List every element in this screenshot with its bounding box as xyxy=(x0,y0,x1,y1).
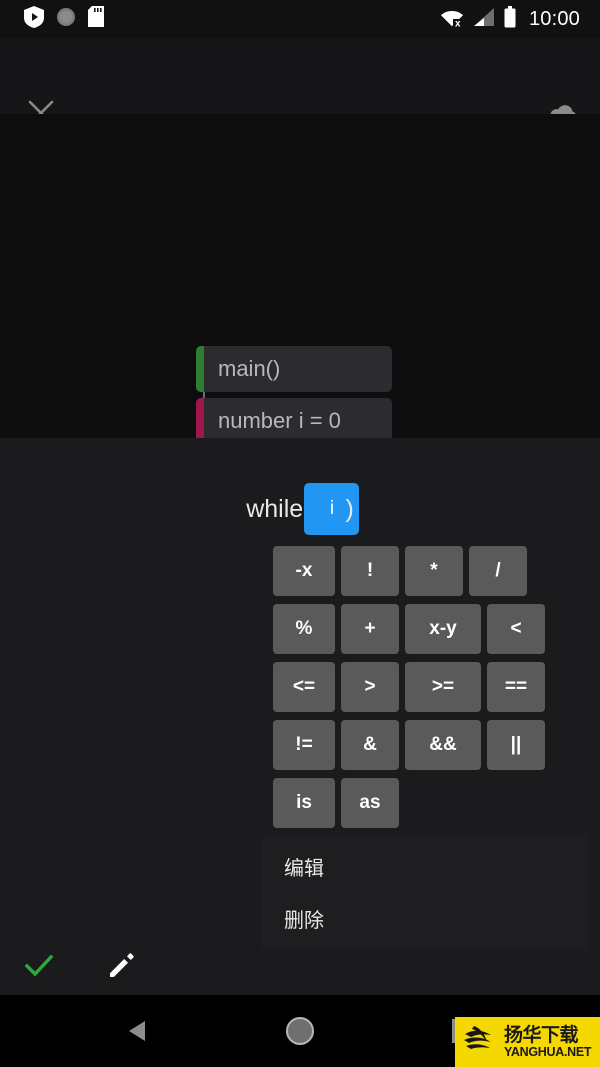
key-multiply[interactable]: * xyxy=(405,546,463,596)
key-as[interactable]: as xyxy=(341,778,399,828)
watermark-cn: 扬华下载 xyxy=(504,1023,579,1046)
keypad-row: -x ! * / xyxy=(273,546,583,596)
key-bit-and[interactable]: & xyxy=(341,720,399,770)
watermark-en: YANGHUA.NET xyxy=(504,1044,592,1059)
key-less-than[interactable]: < xyxy=(487,604,545,654)
pencil-icon[interactable] xyxy=(102,947,140,985)
svg-text:x: x xyxy=(455,18,461,27)
code-canvas[interactable]: main() number i = 0 xyxy=(0,114,600,444)
key-negate[interactable]: -x xyxy=(273,546,335,596)
key-subtract[interactable]: x-y xyxy=(405,604,481,654)
key-equals[interactable]: == xyxy=(487,662,545,712)
keypad-row: <= > >= == xyxy=(273,662,583,712)
sd-card-icon xyxy=(88,6,104,32)
code-block-label: number i = 0 xyxy=(218,408,341,433)
key-not[interactable]: ! xyxy=(341,546,399,596)
key-greater-than[interactable]: > xyxy=(341,662,399,712)
status-bar-right-icons: xx 10:00 xyxy=(440,5,600,33)
key-not-equal[interactable]: != xyxy=(273,720,335,770)
operator-keypad: -x ! * / % + x-y < <= > >= == != & && ||… xyxy=(273,546,583,836)
key-logical-or[interactable]: || xyxy=(487,720,545,770)
code-block-main[interactable]: main() xyxy=(196,346,392,392)
expression-suffix: ) xyxy=(345,494,354,523)
watermark-text: 扬华下载 YANGHUA.NET xyxy=(504,1023,592,1059)
code-block-label: main() xyxy=(218,356,281,381)
sheet-action-bar xyxy=(20,947,140,985)
shield-play-icon xyxy=(24,5,44,33)
key-logical-and[interactable]: && xyxy=(405,720,481,770)
keypad-row: != & && || xyxy=(273,720,583,770)
watermark: 扬华下载 YANGHUA.NET xyxy=(455,1017,600,1067)
battery-full-icon xyxy=(504,5,516,33)
app-bar xyxy=(0,38,600,126)
key-is[interactable]: is xyxy=(273,778,335,828)
signal-bars-icon xyxy=(473,7,495,32)
key-plus[interactable]: + xyxy=(341,604,399,654)
expression-editor-sheet: while ( i ) -x ! * / % + x-y < <= > >= =… xyxy=(0,438,600,995)
phone-screen: xx 10:00 main() xyxy=(0,0,600,1067)
circle-dotted-icon xyxy=(56,7,76,32)
expression-display: while ( i ) xyxy=(0,483,600,535)
wifi-off-icon: xx xyxy=(440,7,464,32)
check-icon[interactable] xyxy=(20,947,58,985)
keypad-row: is as xyxy=(273,778,583,828)
key-modulo[interactable]: % xyxy=(273,604,335,654)
context-menu: 编辑 删除 xyxy=(262,836,588,950)
status-bar-left-icons xyxy=(0,5,104,33)
home-circle-icon[interactable] xyxy=(282,1013,318,1049)
key-divide[interactable]: / xyxy=(469,546,527,596)
watermark-logo-icon xyxy=(460,1020,500,1065)
menu-item-delete[interactable]: 删除 xyxy=(262,896,324,941)
key-greater-equal[interactable]: >= xyxy=(405,662,481,712)
keypad-row: % + x-y < xyxy=(273,604,583,654)
key-less-equal[interactable]: <= xyxy=(273,662,335,712)
back-triangle-icon[interactable] xyxy=(120,1013,156,1049)
block-accent-bar xyxy=(196,346,204,392)
status-bar-clock: 10:00 xyxy=(528,7,580,30)
status-bar: xx 10:00 xyxy=(0,0,600,38)
menu-item-edit[interactable]: 编辑 xyxy=(262,844,324,889)
